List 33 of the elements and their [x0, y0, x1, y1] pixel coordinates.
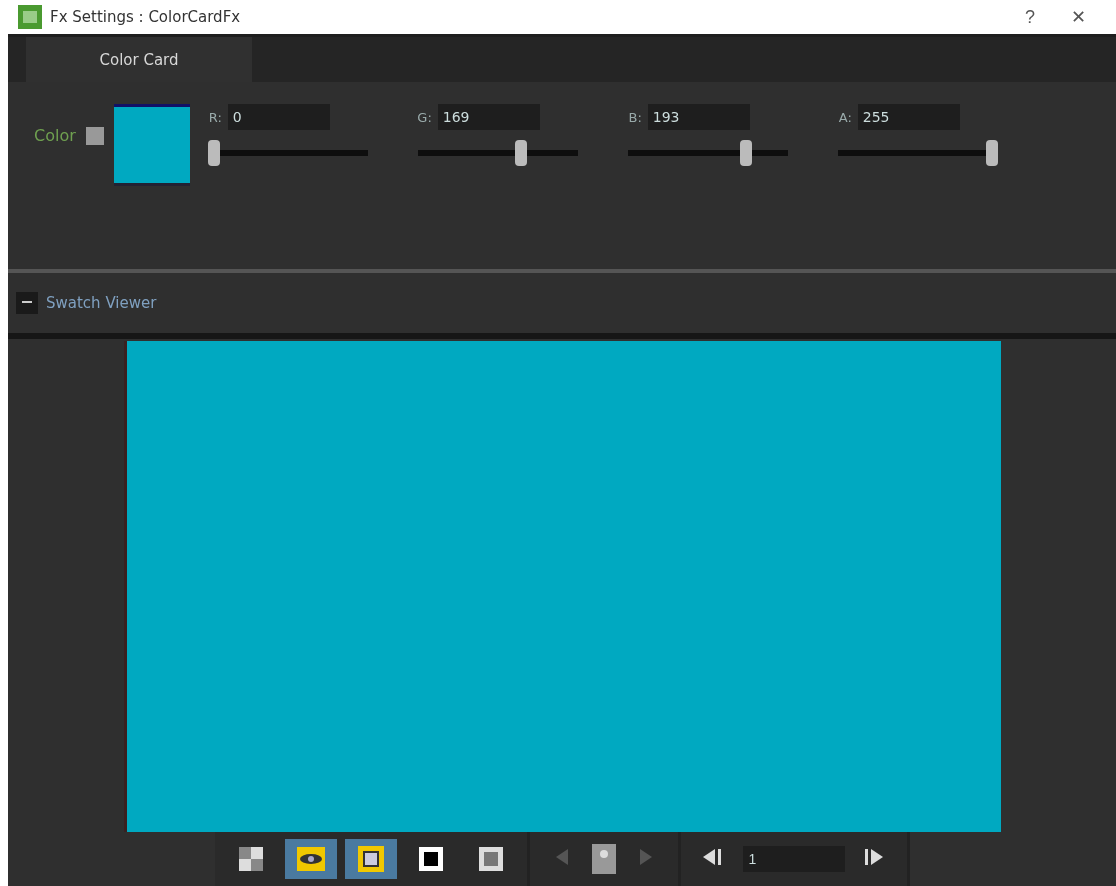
- help-button[interactable]: ?: [1010, 5, 1050, 29]
- slider-thumb[interactable]: [985, 140, 998, 166]
- view-button[interactable]: [344, 839, 397, 879]
- param-label: Color: [34, 126, 76, 145]
- solid-square-icon: [418, 847, 443, 871]
- channel-label: R:: [207, 109, 222, 125]
- view-button[interactable]: [284, 839, 337, 879]
- slider-thumb[interactable]: [515, 140, 528, 166]
- window-title: Fx Settings : ColorCardFx: [50, 8, 242, 26]
- channel-field[interactable]: 193: [647, 104, 750, 130]
- channel-field[interactable]: 0: [227, 104, 330, 130]
- channel-label: G:: [416, 109, 432, 125]
- color-swatch[interactable]: [113, 104, 190, 186]
- eye-icon: [296, 847, 325, 871]
- channel-label: B:: [627, 109, 642, 125]
- right-triangle-icon: [639, 849, 652, 865]
- frame-icon: [357, 846, 384, 872]
- left-triangle-icon: [555, 849, 568, 865]
- collapse-toggle[interactable]: [16, 292, 38, 314]
- channel-field[interactable]: 169: [437, 104, 540, 130]
- close-button[interactable]: ✕: [1058, 5, 1098, 29]
- frame-field[interactable]: 1: [742, 846, 845, 872]
- skip-back-icon: [702, 849, 723, 865]
- channel-label: A:: [837, 109, 852, 125]
- slider-thumb[interactable]: [740, 140, 753, 166]
- skip-forward-icon: [864, 849, 885, 865]
- section-title: Swatch Viewer: [46, 294, 157, 312]
- slider-thumb[interactable]: [207, 140, 220, 166]
- checker-icon: [238, 847, 263, 871]
- square-icon: [478, 847, 503, 871]
- channel-field[interactable]: 255: [857, 104, 960, 130]
- app-icon: [18, 5, 42, 29]
- tab[interactable]: Color Card: [26, 37, 252, 82]
